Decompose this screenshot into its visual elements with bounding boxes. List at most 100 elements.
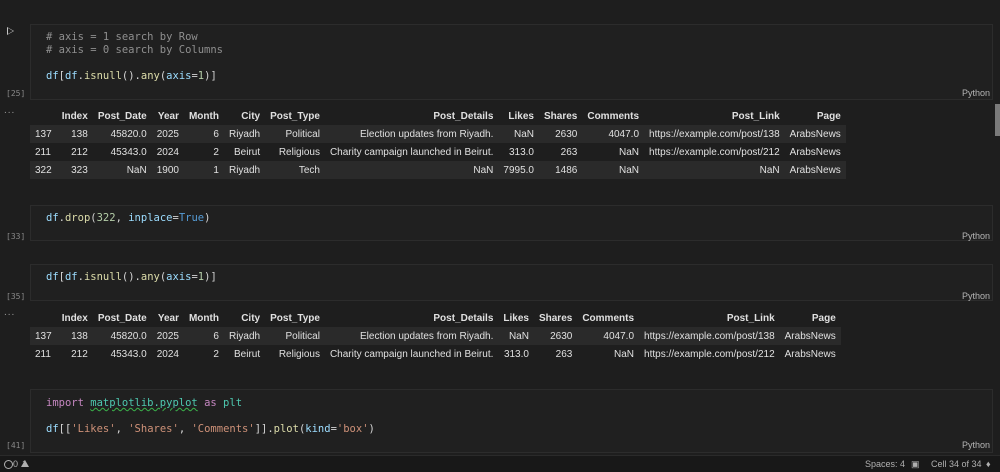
table-cell: Charity campaign launched in Beirut.	[329, 348, 494, 360]
column-header: Post_Link	[644, 107, 785, 125]
column-header: Page	[784, 107, 846, 125]
table-cell: ArabsNews	[789, 164, 841, 176]
table-cell: 263	[555, 348, 573, 360]
table-cell: 2630	[550, 330, 573, 342]
table-row: 322 323 NaN 1900 1 Riyadh Tech NaN 7995.0 1486 NaN…	[30, 161, 846, 179]
table-cell: https://example.com/post/138	[644, 330, 775, 342]
error-count[interactable]: 0	[13, 459, 18, 469]
table-cell: NaN	[508, 330, 529, 342]
table-cell: 2	[213, 348, 219, 360]
cell-1-code[interactable]: # axis = 1 search by Row # axis = 0 sear…	[46, 31, 223, 83]
column-header: Post_Date	[92, 309, 152, 327]
column-header: Likes	[498, 107, 539, 125]
column-header: Post_Type	[265, 107, 325, 125]
language-label[interactable]: Python	[962, 231, 990, 241]
table-cell: 4047.0	[603, 330, 635, 342]
table-row: 137 138 45820.0 2025 6 Riyadh Political Electio…	[30, 125, 846, 143]
table-cell: 212	[71, 146, 88, 158]
table-cell: Religious	[278, 348, 320, 360]
error-icon[interactable]	[4, 460, 13, 469]
table-cell: Riyadh	[228, 164, 261, 176]
warning-count[interactable]: 1	[22, 459, 27, 469]
table-cell: ArabsNews	[784, 330, 836, 342]
kernel-icon[interactable]: ▣	[911, 459, 920, 470]
row-index: 137	[35, 330, 52, 342]
execution-count: [35]	[6, 292, 26, 301]
table-header-row: Index Post_Date Year Month City Post_Type Post…	[30, 107, 846, 125]
output-toggle-icon[interactable]: ...	[4, 105, 15, 116]
run-cell-icon[interactable]	[7, 27, 14, 35]
cell-3-code[interactable]: df[df.isnull().any(axis=1)]	[46, 271, 217, 284]
output-toggle-icon[interactable]: ...	[4, 307, 15, 318]
row-index: 322	[35, 164, 52, 176]
table-cell: 1486	[555, 164, 578, 176]
table-cell: ArabsNews	[789, 128, 841, 140]
table-cell: 313.0	[503, 348, 529, 360]
table-cell: Beirut	[233, 348, 261, 360]
table-header-row: Index Post_Date Year Month City Post_Type Post…	[30, 309, 841, 327]
table-cell: 1	[213, 164, 219, 176]
column-header: Shares	[533, 309, 578, 327]
table-cell: 7995.0	[503, 164, 534, 176]
table-cell: NaN	[759, 164, 780, 176]
indentation-status[interactable]: Spaces: 4	[865, 459, 905, 469]
row-index: 211	[35, 146, 51, 158]
table-cell: 2024	[156, 348, 179, 360]
table-cell: 313.0	[508, 146, 534, 158]
language-label[interactable]: Python	[962, 440, 990, 450]
table-cell: Political	[285, 128, 320, 140]
table-cell: 6	[213, 330, 219, 342]
table-cell: Riyadh	[228, 330, 261, 342]
language-label[interactable]: Python	[962, 88, 990, 98]
table-row: 211 212 45343.0 2024 2 Beirut Religious Charity…	[30, 345, 841, 363]
table-cell: 2	[213, 146, 219, 158]
table-row: 137 138 45820.0 2025 6 Riyadh Political Electio…	[30, 327, 841, 345]
column-header: Year	[151, 309, 184, 327]
table-cell: 45343.0	[110, 348, 147, 360]
column-header: Post_Date	[92, 107, 152, 125]
table-cell: NaN	[614, 348, 635, 360]
table-cell: Political	[285, 330, 320, 342]
column-header: Post_Details	[324, 107, 499, 125]
table-cell: Riyadh	[228, 128, 261, 140]
table-cell: 45820.0	[110, 330, 147, 342]
table-cell: 2025	[156, 330, 179, 342]
vertical-scrollbar-thumb[interactable]	[995, 104, 1000, 136]
column-header	[30, 309, 57, 327]
table-cell: Tech	[298, 164, 320, 176]
notifications-icon[interactable]: ♦	[986, 459, 991, 469]
table-cell: 45820.0	[110, 128, 147, 140]
column-header: Page	[779, 309, 841, 327]
column-header: Month	[183, 107, 224, 125]
table-cell: https://example.com/post/212	[644, 348, 775, 360]
column-header: Month	[183, 309, 224, 327]
table-cell: 1900	[156, 164, 179, 176]
table-cell: 2024	[156, 146, 179, 158]
output-dataframe-1: Index Post_Date Year Month City Post_Type Post…	[30, 107, 846, 179]
execution-count: [41]	[6, 441, 26, 450]
table-cell: NaN	[513, 128, 534, 140]
table-cell: 263	[560, 146, 578, 158]
column-header: Year	[151, 107, 184, 125]
table-cell: Religious	[278, 146, 320, 158]
column-header: Post_Details	[324, 309, 499, 327]
column-header: Index	[56, 107, 93, 125]
column-header: Comments	[577, 309, 640, 327]
column-header: Post_Type	[265, 309, 325, 327]
table-cell: 45343.0	[110, 146, 147, 158]
status-bar: 0 1 Spaces: 4 ▣ Cell 34 of 34 ♦	[0, 455, 1000, 472]
row-index: 137	[35, 128, 52, 140]
column-header: Comments	[582, 107, 645, 125]
language-label[interactable]: Python	[962, 291, 990, 301]
table-row: 211 212 45343.0 2024 2 Beirut Religious Charity…	[30, 143, 846, 161]
column-header: City	[223, 107, 266, 125]
column-header: Likes	[498, 309, 534, 327]
cell-position[interactable]: Cell 34 of 34	[931, 459, 982, 469]
cell-4-code[interactable]: import matplotlib.pyplot as plt df[['Lik…	[46, 397, 375, 436]
table-cell: NaN	[619, 164, 640, 176]
table-cell: ArabsNews	[784, 348, 836, 360]
table-cell: 323	[71, 164, 88, 176]
cell-2-code[interactable]: df.drop(322, inplace=True)	[46, 212, 210, 225]
row-index: 211	[35, 348, 51, 360]
table-cell: NaN	[473, 164, 494, 176]
